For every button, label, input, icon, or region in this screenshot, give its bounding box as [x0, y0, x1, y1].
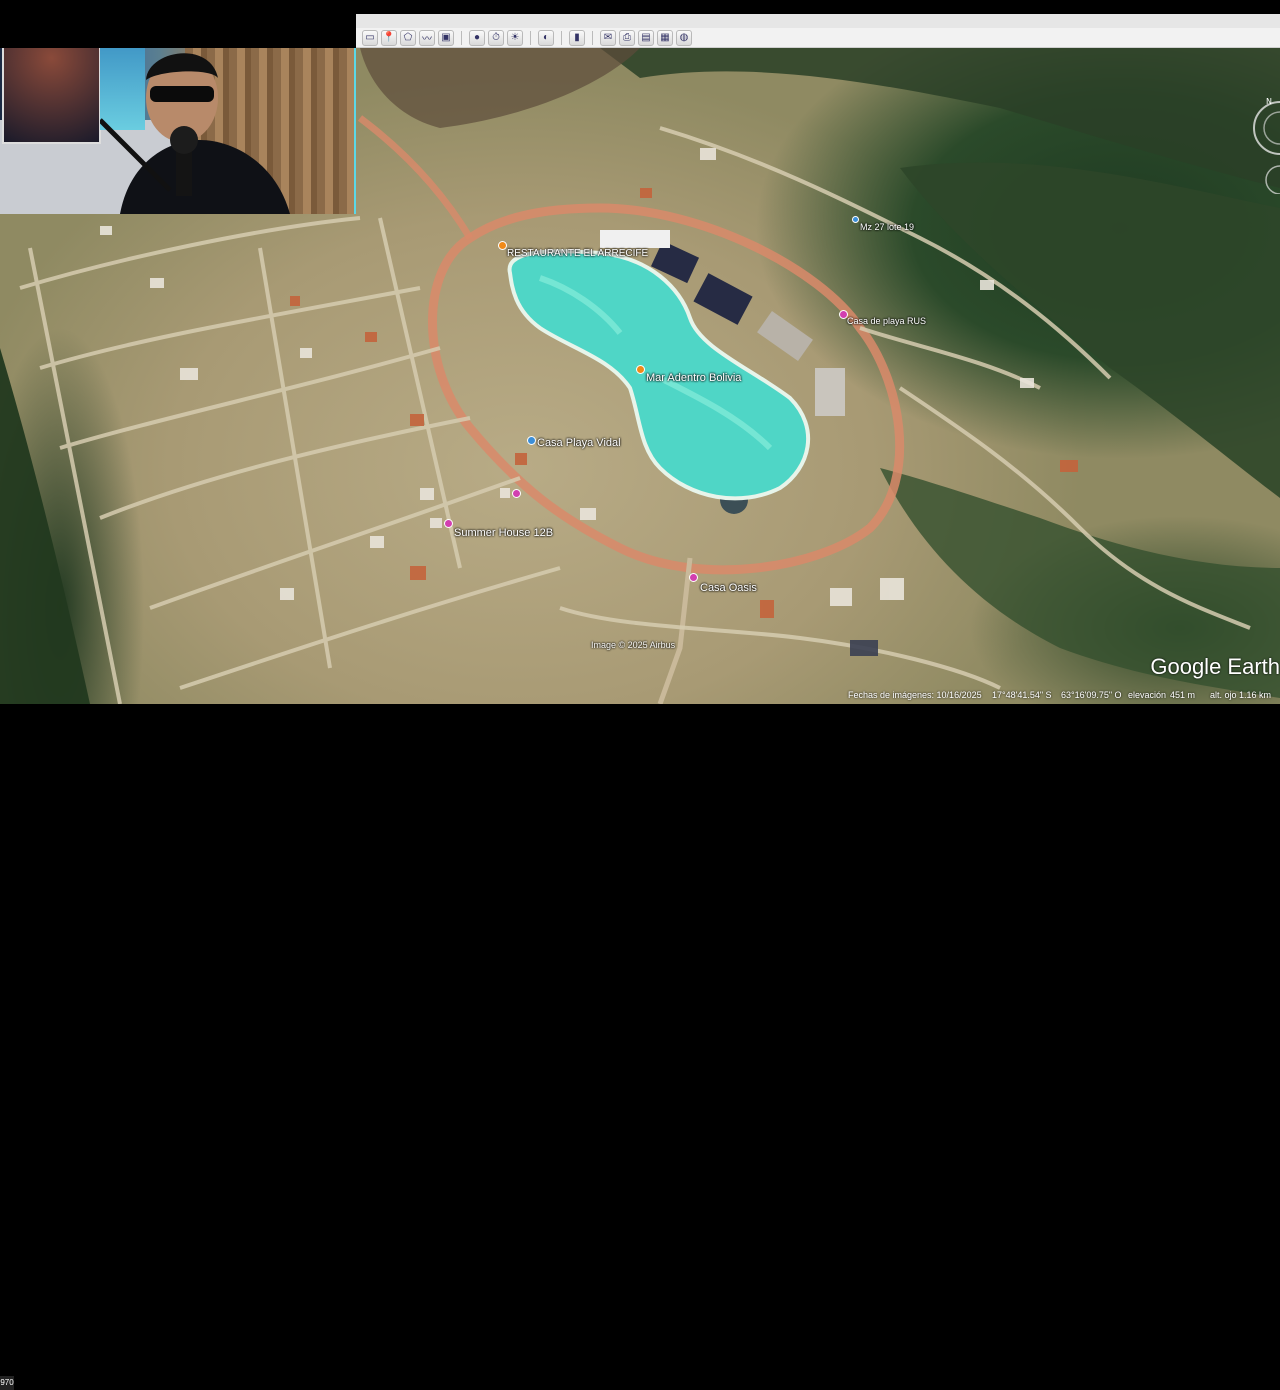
casa-oasis-label[interactable]: Casa Oasis [700, 582, 757, 594]
mar-adentro-pin[interactable] [636, 365, 645, 374]
imagery-date: Fechas de imágenes: 10/16/2025 [848, 690, 982, 700]
view-in-maps-icon[interactable]: ▦ [657, 29, 673, 46]
restaurant-pin[interactable] [498, 241, 507, 250]
email-icon[interactable]: ✉ [600, 29, 616, 46]
planets-icon[interactable]: ◐ [538, 29, 554, 46]
hide-sidebar-icon[interactable]: ▭ [362, 29, 378, 46]
menu-strip [356, 14, 1280, 28]
compass-ring-icon [1253, 101, 1280, 155]
casa-playa-rus-label[interactable]: Casa de playa RUS [847, 316, 926, 326]
bottom-black-bar [0, 704, 1280, 720]
restaurant-label[interactable]: RESTAURANTE EL ARRECIFE [507, 248, 648, 259]
building-gray [757, 311, 813, 361]
streamer [100, 53, 290, 214]
casa-playa-vidal-label[interactable]: Casa Playa Vidal [537, 437, 621, 449]
toolbar-separator [561, 30, 562, 45]
save-image-icon[interactable]: ▤ [638, 29, 654, 46]
path-icon[interactable]: 〰 [419, 29, 435, 46]
google-earth-logo: Google Earth [1150, 654, 1280, 679]
access-road [657, 557, 693, 704]
casa-oasis-pin[interactable] [689, 573, 698, 582]
longitude: 63°16'09.75" O [1061, 690, 1122, 700]
summer-house-pin[interactable] [444, 519, 453, 528]
summer-house-pin-2[interactable] [512, 489, 521, 498]
toolbar-separator [461, 30, 462, 45]
webcam-overlay [0, 48, 356, 214]
ruler-icon[interactable]: ▮ [569, 29, 585, 46]
mz-lote-label[interactable]: Mz 27 lote 19 [860, 222, 914, 232]
summer-house-label[interactable]: Summer House 12B [454, 527, 553, 539]
globe-icon[interactable]: ◍ [676, 29, 692, 46]
historical-imagery-icon[interactable]: ⏱ [488, 29, 504, 46]
hill-area [360, 48, 640, 128]
image-credit: Image © 2025 Airbus [591, 640, 676, 650]
mz-lote-pin[interactable] [852, 216, 859, 223]
toolbar-separator [530, 30, 531, 45]
building-gray [815, 368, 845, 416]
north-n-icon: N [1266, 98, 1272, 106]
building-dark [693, 273, 753, 325]
latitude: 17°48'41.54" S [992, 690, 1052, 700]
casa-playa-vidal-pin[interactable] [527, 436, 536, 445]
houses [100, 148, 1078, 656]
top-black-bar [0, 0, 1280, 14]
print-icon[interactable]: ⎙ [619, 29, 635, 46]
mar-adentro-label[interactable]: Mar Adentro Bolivia [646, 372, 741, 384]
record-tour-icon[interactable]: ● [469, 29, 485, 46]
elevation-label: elevación [1128, 690, 1167, 700]
forest-area [0, 348, 90, 704]
navigation-controls[interactable]: N [1242, 98, 1280, 194]
sun-icon[interactable]: ☀ [507, 29, 523, 46]
overlay-icon[interactable]: ▣ [438, 29, 454, 46]
satellite-map-view[interactable]: RESTAURANTE EL ARRECIFE Mar Adentro Boli… [0, 48, 1280, 704]
building-white [600, 230, 670, 248]
elevation-value: 451 m [1170, 690, 1196, 700]
status-bar: 970 Fechas de imágenes: 10/16/2025 17°48… [0, 688, 1280, 1390]
lion-poster [2, 48, 101, 144]
polygon-icon[interactable]: ⬠ [400, 29, 416, 46]
look-joystick-icon [1265, 165, 1280, 194]
eye-altitude: alt. ojo 1.16 km [1210, 690, 1272, 700]
forest-area [900, 162, 1280, 499]
left-badge: 970 [0, 1376, 14, 1390]
toolbar: ▭ 📍 ⬠ 〰 ▣ ● ⏱ ☀ ◐ ▮ ✉ ⎙ ▤ ▦ ◍ [356, 28, 1280, 48]
access-road [357, 115, 474, 240]
toolbar-separator [592, 30, 593, 45]
placemark-icon[interactable]: 📍 [381, 29, 397, 46]
